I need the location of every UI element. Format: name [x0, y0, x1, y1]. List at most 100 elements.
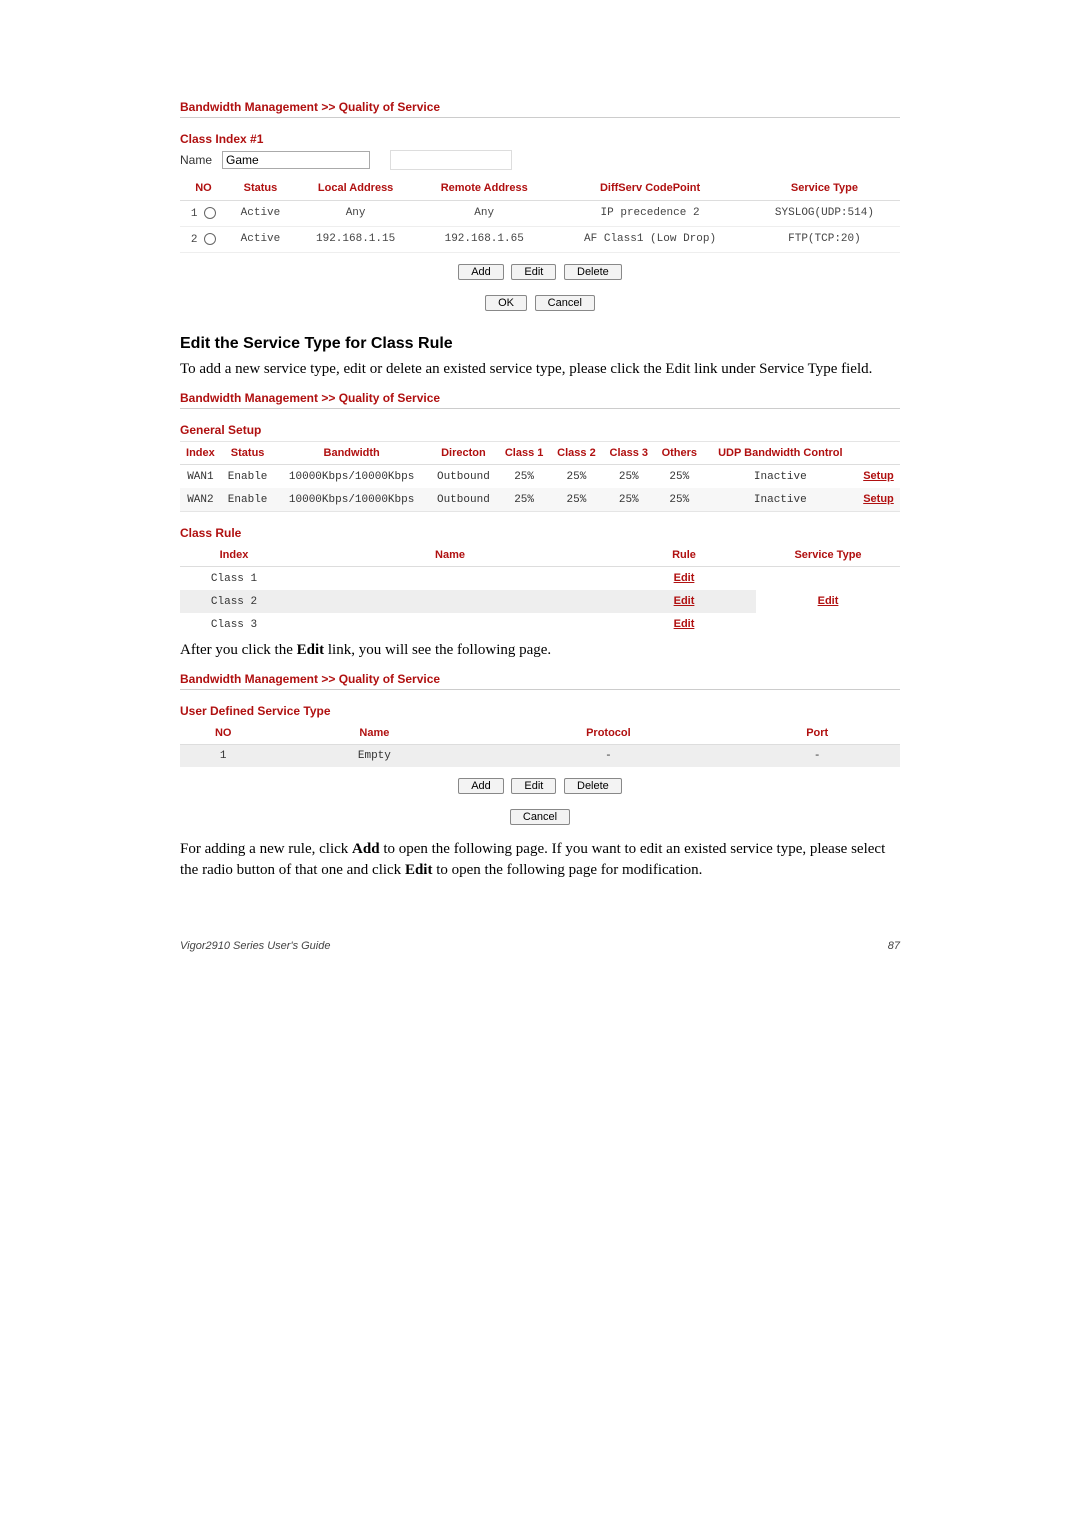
class-name-input[interactable] [222, 151, 370, 169]
cell-others: 25% [655, 488, 704, 511]
footer-left: Vigor2910 Series User's Guide [180, 940, 330, 952]
th-status: Status [227, 176, 294, 201]
edit-rule-link[interactable]: Edit [674, 618, 695, 630]
cell-rule: Edit [612, 567, 756, 591]
cell-service: FTP(TCP:20) [749, 226, 900, 252]
cancel-button[interactable]: Cancel [535, 295, 595, 311]
th-service: Service Type [749, 176, 900, 201]
cell-name [288, 567, 612, 591]
qos-general-setup-section: Bandwidth Management >> Quality of Servi… [180, 391, 900, 636]
page-footer: Vigor2910 Series User's Guide 87 [180, 940, 900, 952]
cell-status: Enable [221, 465, 275, 489]
th-rule: Rule [612, 544, 756, 567]
text: For adding a new rule, click [180, 841, 352, 857]
edit-service-link[interactable]: Edit [818, 595, 839, 607]
th-no: NO [180, 176, 227, 201]
cell-rule: Edit [612, 613, 756, 636]
ok-cancel-row: OK Cancel [180, 294, 900, 311]
cell-bw: 10000Kbps/10000Kbps [274, 465, 428, 489]
cell-protocol: - [482, 745, 734, 768]
th-c1: Class 1 [498, 442, 550, 465]
text: After you click the [180, 642, 297, 658]
radio-icon[interactable] [204, 233, 216, 245]
cancel-button[interactable]: Cancel [510, 809, 570, 825]
th-no: NO [180, 722, 266, 745]
cell-name [288, 613, 612, 636]
delete-button[interactable]: Delete [564, 264, 622, 280]
cell-name: Empty [266, 745, 482, 768]
cell-c3: 25% [603, 488, 655, 511]
bold-text: Edit [405, 862, 433, 878]
th-index: Index [180, 442, 221, 465]
edit-button[interactable]: Edit [511, 264, 556, 280]
cell-c1: 25% [498, 488, 550, 511]
row-no: 2 [191, 234, 198, 246]
th-c2: Class 2 [550, 442, 602, 465]
cell-local: Any [294, 201, 417, 227]
cell-port: - [734, 745, 900, 768]
class-index-table: NO Status Local Address Remote Address D… [180, 176, 900, 253]
cell-udp: Inactive [704, 465, 857, 489]
edit-rule-link[interactable]: Edit [674, 595, 695, 607]
add-button[interactable]: Add [458, 778, 504, 794]
th-remote: Remote Address [417, 176, 551, 201]
edit-rule-link[interactable]: Edit [674, 572, 695, 584]
general-setup-table: Index Status Bandwidth Directon Class 1 … [180, 442, 900, 511]
th-index: Index [180, 544, 288, 567]
edit-button[interactable]: Edit [511, 778, 556, 794]
setup-link[interactable]: Setup [863, 470, 894, 482]
cell-index: Class 1 [180, 567, 288, 591]
th-status: Status [221, 442, 275, 465]
delete-button[interactable]: Delete [564, 778, 622, 794]
cell-dir: Outbound [429, 465, 498, 489]
th-others: Others [655, 442, 704, 465]
th-diffserv: DiffServ CodePoint [551, 176, 749, 201]
para-after-edit: After you click the Edit link, you will … [180, 640, 900, 660]
user-defined-table: NO Name Protocol Port 1 Empty - - [180, 722, 900, 767]
cell-no[interactable]: 2 [180, 226, 227, 252]
table-row: 2 Active 192.168.1.15 192.168.1.65 AF Cl… [180, 226, 900, 252]
class-index-heading: Class Index #1 [180, 132, 900, 146]
text: link, you will see the following page. [324, 642, 551, 658]
general-setup-heading: General Setup [180, 423, 900, 437]
cell-no[interactable]: 1 [180, 201, 227, 227]
class-name-row: Name [180, 150, 900, 170]
cell-dir: Outbound [429, 488, 498, 511]
cell-c2: 25% [550, 488, 602, 511]
th-direction: Directon [429, 442, 498, 465]
cell-setup: Setup [857, 488, 900, 511]
th-c3: Class 3 [603, 442, 655, 465]
th-bandwidth: Bandwidth [274, 442, 428, 465]
table-row: WAN2 Enable 10000Kbps/10000Kbps Outbound… [180, 488, 900, 511]
qos-class-index-section: Bandwidth Management >> Quality of Servi… [180, 100, 900, 311]
th-name: Name [288, 544, 612, 567]
class-rule-table: Index Name Rule Service Type Class 1 Edi… [180, 544, 900, 636]
cell-index: Class 2 [180, 590, 288, 613]
cell-service: Edit [756, 567, 900, 637]
cell-local: 192.168.1.15 [294, 226, 417, 252]
cell-no: 1 [180, 745, 266, 768]
spacer-box [390, 150, 512, 170]
th-protocol: Protocol [482, 722, 734, 745]
cell-index: WAN2 [180, 488, 221, 511]
bold-text: Add [352, 841, 380, 857]
add-button[interactable]: Add [458, 264, 504, 280]
cell-c2: 25% [550, 465, 602, 489]
user-defined-heading: User Defined Service Type [180, 704, 900, 718]
radio-icon[interactable] [204, 207, 216, 219]
udst-buttons: Add Edit Delete [180, 777, 900, 794]
class-rule-heading: Class Rule [180, 526, 900, 540]
th-setup [857, 442, 900, 465]
row-no: 1 [191, 208, 198, 220]
cell-index: WAN1 [180, 465, 221, 489]
class-rule-buttons: Add Edit Delete [180, 263, 900, 280]
cell-diffserv: AF Class1 (Low Drop) [551, 226, 749, 252]
table-row: 1 Active Any Any IP precedence 2 SYSLOG(… [180, 201, 900, 227]
bold-text: Edit [297, 642, 325, 658]
setup-link[interactable]: Setup [863, 493, 894, 505]
ok-button[interactable]: OK [485, 295, 527, 311]
table-row: Class 1 Edit Edit [180, 567, 900, 591]
th-port: Port [734, 722, 900, 745]
cell-diffserv: IP precedence 2 [551, 201, 749, 227]
breadcrumb: Bandwidth Management >> Quality of Servi… [180, 100, 900, 118]
